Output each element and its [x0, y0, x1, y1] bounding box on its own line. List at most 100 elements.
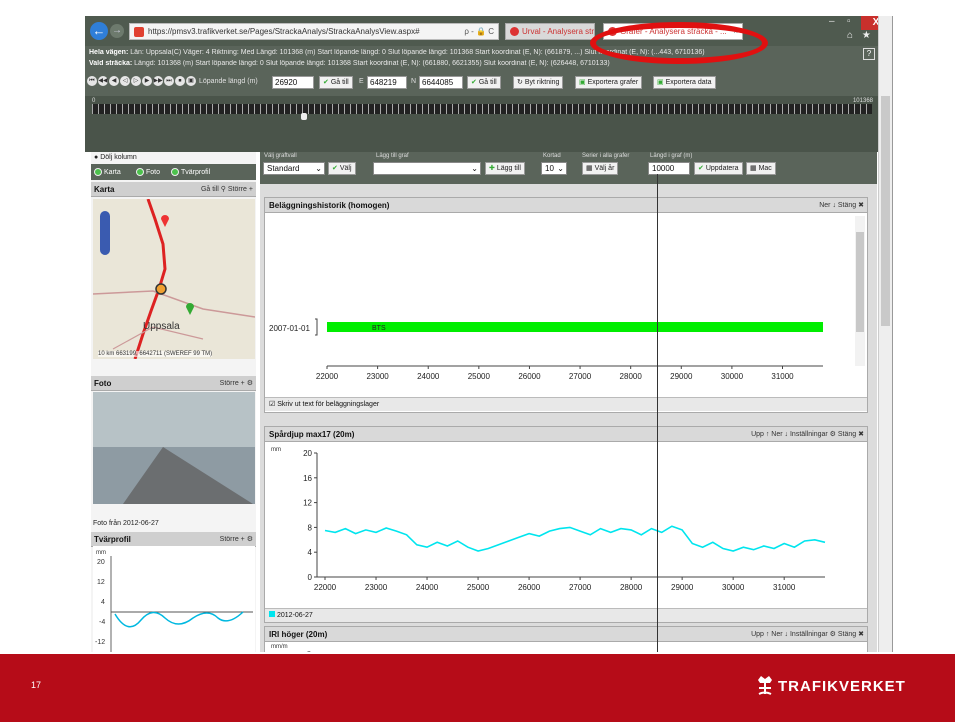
selected-stretch-text: Längd: 101368 (m) Start löpande längd: 0…	[134, 60, 610, 67]
whole-road-label: Hela vägen:	[89, 49, 129, 56]
tab-urval[interactable]: Urval - Analysera sträcka ...	[505, 23, 595, 40]
choose-year-button[interactable]: ▦ Välj år	[582, 162, 619, 175]
map-view[interactable]: Uppsala 10 km 663199, 6642711 (SWEREF 99…	[93, 199, 255, 359]
chevron-down-icon: ⌄	[557, 164, 564, 173]
y-tick-label: 0	[308, 573, 313, 582]
step-button[interactable]: ◀	[109, 76, 119, 86]
graph-actions[interactable]: Ner ↓ Stäng ✖	[819, 201, 864, 209]
iri-unit: mm/m	[271, 644, 288, 650]
goto-length-button[interactable]: ✔ Gå till	[319, 76, 353, 89]
map-zoom-control[interactable]	[100, 211, 110, 255]
length-label: Längd i graf (m)	[650, 153, 693, 159]
toggle-karta[interactable]: Karta	[94, 168, 121, 176]
export-graphs-button[interactable]: ▣ Exportera grafer	[575, 76, 643, 89]
length-input[interactable]: 10000	[648, 162, 690, 175]
tab-label: Urval - Analysera sträcka ...	[522, 27, 595, 36]
forward-arrow-icon[interactable]: →	[110, 24, 124, 38]
y-tick-label: 4	[308, 548, 313, 557]
change-direction-button[interactable]: ↻ Byt riktning	[513, 76, 564, 89]
graph-scrollbar[interactable]	[855, 216, 865, 366]
print-layer-text-option[interactable]: ☑ Skriv ut text för beläggningslager	[265, 397, 867, 411]
step-button[interactable]: ◁	[120, 76, 130, 86]
add-graph-select[interactable]: ⌄	[373, 162, 481, 175]
left-column: ● Dölj kolumn Karta Foto Tvärprofil Kart…	[91, 152, 256, 652]
choose-graph-select[interactable]: Standard ⌄	[263, 162, 325, 175]
lopande-input[interactable]: 26920	[272, 76, 314, 89]
start-pin-icon[interactable]	[161, 215, 169, 227]
timeline-ruler[interactable]	[92, 104, 872, 114]
goto-coordinate-button[interactable]: ✔ Gå till	[467, 76, 501, 89]
step-buttons: ⏮ ◀◀ ◀ ◁ ▷ ▶ ▶▶ ⏭ ⏹ ▣	[87, 76, 197, 86]
map-section-header: Karta Gå till ⚲ Större +	[91, 182, 256, 197]
address-text: https://pmsv3.trafikverket.se/Pages/Stra…	[148, 27, 420, 36]
series-label: Serier i alla grafer	[582, 153, 630, 159]
back-arrow-icon[interactable]: ←	[90, 22, 108, 40]
goto-label: Gå till	[478, 79, 497, 86]
update-button[interactable]: ✔ Uppdatera	[694, 162, 743, 175]
length-timeline[interactable]: 0 101368	[85, 96, 879, 152]
view-toggles: Karta Foto Tvärprofil	[91, 164, 256, 180]
n-coordinate-input[interactable]: 6644085	[419, 76, 463, 89]
gear-icon[interactable]: ⚙	[247, 380, 253, 387]
graph-scroll-thumb[interactable]	[856, 232, 864, 332]
step-button[interactable]: ▷	[131, 76, 141, 86]
step-button[interactable]: ▣	[186, 76, 196, 86]
brand-name: TRAFIKVERKET	[778, 678, 906, 695]
xprofile-ytick: -12	[95, 639, 105, 646]
length-value: 10000	[652, 164, 675, 173]
interval-select[interactable]: 10 ⌄	[541, 162, 567, 175]
graph-header: Beläggningshistorik (homogen) Ner ↓ Stän…	[265, 198, 867, 213]
photo-bigger-button[interactable]: Större +	[220, 380, 245, 387]
browser-screenshot: ← → https://pmsv3.trafikverket.se/Pages/…	[85, 16, 893, 652]
step-button[interactable]: ▶	[142, 76, 152, 86]
address-tools[interactable]: ρ - 🔒 C	[464, 24, 494, 39]
page-scroll-thumb[interactable]	[881, 96, 890, 326]
x-tick-label: 23000	[365, 583, 388, 592]
xprofile-title: Tvärprofil	[94, 535, 131, 544]
navigation-row: ⏮ ◀◀ ◀ ◁ ▷ ▶ ▶▶ ⏭ ⏹ ▣ Löpande längd (m) 26920 ✔ G…	[87, 76, 877, 92]
mac-button[interactable]: ▦ Mac	[746, 162, 776, 175]
step-button[interactable]: ⏭	[164, 76, 174, 86]
graph-actions[interactable]: Upp ↑ Ner ↓ Inställningar ⚙ Stäng ✖	[751, 430, 864, 438]
x-tick-label: 31000	[773, 583, 796, 592]
gear-icon[interactable]: ⚙	[247, 536, 253, 543]
print-layer-text-label: Skriv ut text för beläggningslager	[277, 401, 380, 408]
end-pin-icon[interactable]	[186, 303, 194, 315]
xprofile-ytick: 4	[101, 599, 105, 606]
site-icon	[134, 27, 144, 37]
export-data-button[interactable]: ▣ Exportera data	[653, 76, 716, 89]
map-goto-button[interactable]: Gå till	[201, 186, 219, 193]
help-button[interactable]: ?	[863, 48, 875, 60]
xprofile-section-header: Tvärprofil Större + ⚙	[91, 532, 256, 547]
series-btn-label: Välj år	[594, 165, 615, 172]
minimize-button[interactable]: –	[829, 16, 835, 27]
add-graph-button[interactable]: ✚ Lägg till	[485, 162, 525, 175]
step-button[interactable]: ▶▶	[153, 76, 163, 86]
bar-label: BTS	[372, 325, 386, 332]
current-position-marker[interactable]	[155, 283, 167, 295]
slide: ← → https://pmsv3.trafikverket.se/Pages/…	[0, 0, 955, 722]
hide-column-toggle[interactable]: ● Dölj kolumn	[94, 154, 137, 161]
choose-graph-button[interactable]: ✔ Välj	[328, 162, 356, 175]
address-bar[interactable]: https://pmsv3.trafikverket.se/Pages/Stra…	[129, 23, 499, 40]
x-tick-label: 30000	[721, 372, 744, 381]
y-tick-label: 16	[303, 474, 312, 483]
page-scrollbar[interactable]	[878, 16, 892, 652]
step-button[interactable]: ⏮	[87, 76, 97, 86]
maximize-button[interactable]: ▫	[847, 16, 851, 27]
map-bigger-button[interactable]: Större +	[228, 186, 253, 193]
timeline-slider-handle[interactable]	[301, 113, 307, 120]
toggle-foto[interactable]: Foto	[136, 168, 160, 176]
xprofile-bigger-button[interactable]: Större +	[220, 536, 245, 543]
chevron-down-icon: ⌄	[315, 164, 322, 173]
step-button[interactable]: ◀◀	[98, 76, 108, 86]
series-line	[324, 525, 826, 552]
map-pin-icon: ⚲	[220, 186, 226, 193]
graph-actions[interactable]: Upp ↑ Ner ↓ Inställningar ⚙ Stäng ✖	[751, 630, 864, 638]
e-coordinate-input[interactable]: 648219	[367, 76, 407, 89]
x-tick-label: 29000	[671, 583, 694, 592]
step-button[interactable]: ⏹	[175, 76, 185, 86]
iri-ytick: 8	[307, 651, 311, 652]
toggle-tvarprofil[interactable]: Tvärprofil	[171, 168, 210, 176]
xprofile-ytick: -4	[99, 619, 105, 626]
